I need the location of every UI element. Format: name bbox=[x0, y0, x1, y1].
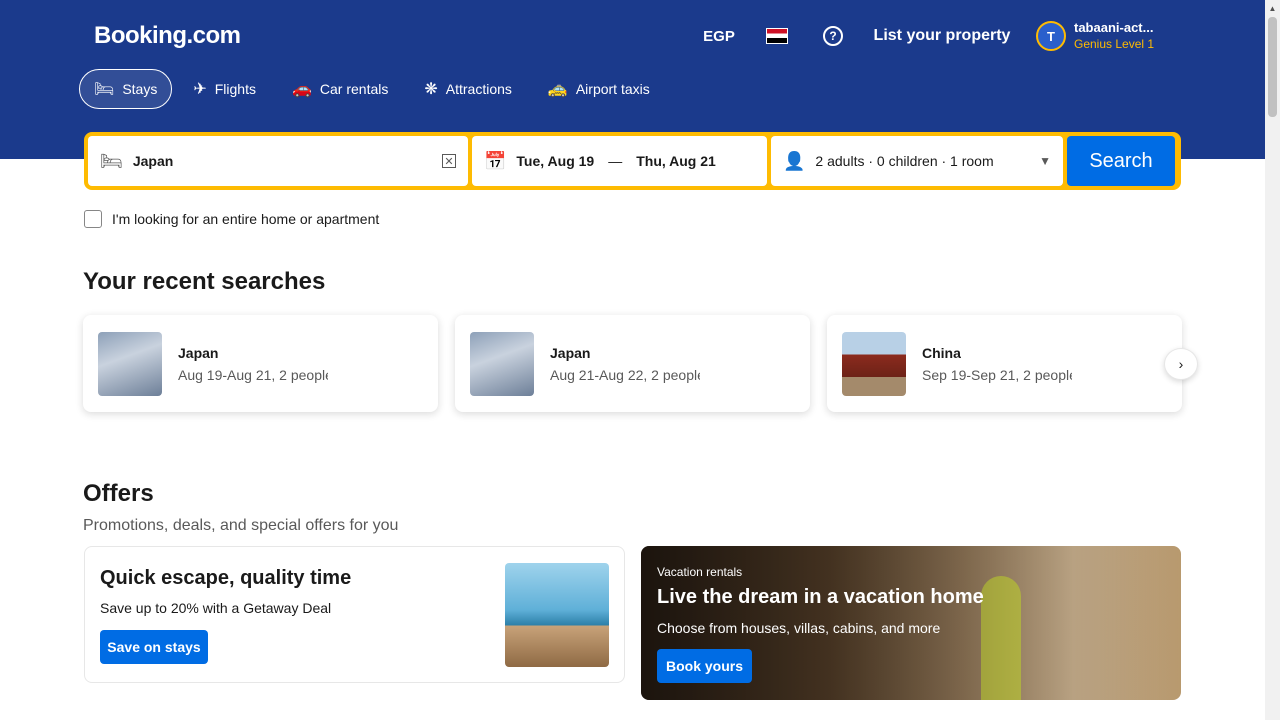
check-in-date[interactable]: Tue, Aug 19 bbox=[516, 153, 594, 169]
recent-search-card[interactable]: Japan Aug 19-Aug 21, 2 people bbox=[83, 315, 438, 412]
destination-input[interactable]: Japan bbox=[133, 153, 432, 169]
person-icon: 👤 bbox=[783, 150, 806, 171]
couple-photo bbox=[505, 563, 609, 667]
egypt-flag-icon bbox=[766, 28, 788, 44]
vacation-rentals-card[interactable]: Vacation rentals Live the dream in a vac… bbox=[641, 546, 1181, 700]
tab-label: Attractions bbox=[445, 81, 512, 97]
recent-details: Aug 19-Aug 21, 2 people bbox=[178, 366, 328, 383]
genius-level: Genius Level 1 bbox=[1074, 37, 1155, 51]
list-property-button[interactable]: List your property bbox=[867, 14, 1017, 58]
scroll-up-icon[interactable]: ▲ bbox=[1265, 0, 1280, 16]
book-yours-button[interactable]: Book yours bbox=[657, 649, 752, 683]
recent-details: Sep 19-Sep 21, 2 people bbox=[922, 366, 1072, 383]
account-name: tabaani-act... bbox=[1074, 20, 1154, 35]
offer-subtitle: Save up to 20% with a Getaway Deal bbox=[100, 600, 332, 616]
offer-tag: Vacation rentals bbox=[657, 565, 743, 579]
tab-label: Airport taxis bbox=[575, 81, 650, 97]
recent-details: Aug 21-Aug 22, 2 people bbox=[550, 366, 700, 383]
recent-destination: Japan bbox=[178, 344, 219, 361]
scroll-thumb[interactable] bbox=[1268, 17, 1277, 117]
tab-airport-taxis[interactable]: 🚕 Airport taxis bbox=[533, 69, 665, 109]
getaway-offer-card: Quick escape, quality time Save up to 20… bbox=[84, 546, 625, 683]
clear-icon[interactable]: ✕ bbox=[442, 154, 456, 168]
destination-field[interactable]: 🛏 Japan ✕ bbox=[88, 136, 468, 186]
bed-icon: 🛏 bbox=[100, 150, 123, 171]
chevron-down-icon: ▼ bbox=[1039, 154, 1051, 168]
currency-button[interactable]: EGP bbox=[693, 14, 745, 58]
recent-searches-title: Your recent searches bbox=[83, 268, 326, 295]
attractions-icon: ❋ bbox=[424, 81, 438, 98]
product-nav: 🛏 Stays ✈ Flights 🚗 Car rentals ❋ Attrac… bbox=[79, 69, 665, 109]
search-button[interactable]: Search bbox=[1067, 136, 1175, 186]
save-on-stays-button[interactable]: Save on stays bbox=[100, 630, 208, 664]
account-menu[interactable]: T tabaani-act... Genius Level 1 bbox=[1030, 14, 1176, 58]
calendar-icon: 📅 bbox=[484, 150, 507, 171]
tab-car-rentals[interactable]: 🚗 Car rentals bbox=[277, 69, 403, 109]
tab-label: Stays bbox=[122, 81, 158, 97]
recent-search-card[interactable]: China Sep 19-Sep 21, 2 people bbox=[827, 315, 1182, 412]
help-icon: ? bbox=[823, 26, 843, 46]
offer-title: Quick escape, quality time bbox=[100, 567, 352, 589]
recent-searches-list: Japan Aug 19-Aug 21, 2 people Japan Aug … bbox=[83, 315, 1182, 412]
tab-stays[interactable]: 🛏 Stays bbox=[79, 69, 173, 109]
carousel-next-button[interactable]: › bbox=[1164, 348, 1198, 380]
destination-thumbnail bbox=[470, 331, 534, 396]
offer-title: Live the dream in a vacation home bbox=[657, 586, 984, 608]
entire-home-option[interactable]: I'm looking for an entire home or apartm… bbox=[84, 210, 379, 228]
entire-home-checkbox[interactable] bbox=[84, 210, 102, 228]
recent-destination: Japan bbox=[550, 344, 591, 361]
tab-label: Car rentals bbox=[319, 81, 389, 97]
recent-search-card[interactable]: Japan Aug 21-Aug 22, 2 people bbox=[455, 315, 810, 412]
tab-flights[interactable]: ✈ Flights bbox=[178, 69, 271, 109]
check-out-date[interactable]: Thu, Aug 21 bbox=[636, 153, 716, 169]
language-button[interactable] bbox=[754, 14, 800, 58]
avatar: T bbox=[1036, 21, 1066, 51]
offers-subtitle: Promotions, deals, and special offers fo… bbox=[83, 517, 399, 534]
taxi-icon: 🚕 bbox=[547, 81, 568, 98]
booking-logo[interactable]: Booking.com bbox=[94, 22, 241, 50]
page-scrollbar[interactable]: ▲ bbox=[1265, 0, 1280, 720]
tab-label: Flights bbox=[214, 81, 256, 97]
bed-icon: 🛏 bbox=[94, 81, 115, 98]
plane-icon: ✈ bbox=[193, 81, 207, 98]
recent-destination: China bbox=[922, 344, 961, 361]
dates-field[interactable]: 📅 Tue, Aug 19 — Thu, Aug 21 bbox=[472, 136, 767, 186]
search-bar: 🛏 Japan ✕ 📅 Tue, Aug 19 — Thu, Aug 21 👤 … bbox=[84, 132, 1181, 190]
offers-title: Offers bbox=[83, 480, 154, 507]
car-icon: 🚗 bbox=[291, 81, 312, 98]
entire-home-label: I'm looking for an entire home or apartm… bbox=[112, 211, 380, 227]
destination-thumbnail bbox=[842, 331, 906, 396]
tab-attractions[interactable]: ❋ Attractions bbox=[409, 69, 527, 109]
destination-thumbnail bbox=[98, 331, 162, 396]
date-separator: — bbox=[608, 153, 623, 169]
help-button[interactable]: ? bbox=[811, 14, 855, 58]
offer-subtitle: Choose from houses, villas, cabins, and … bbox=[657, 620, 941, 636]
guests-summary: 2 adults · 0 children · 1 room bbox=[815, 153, 994, 169]
guests-field[interactable]: 👤 2 adults · 0 children · 1 room ▼ bbox=[771, 136, 1063, 186]
